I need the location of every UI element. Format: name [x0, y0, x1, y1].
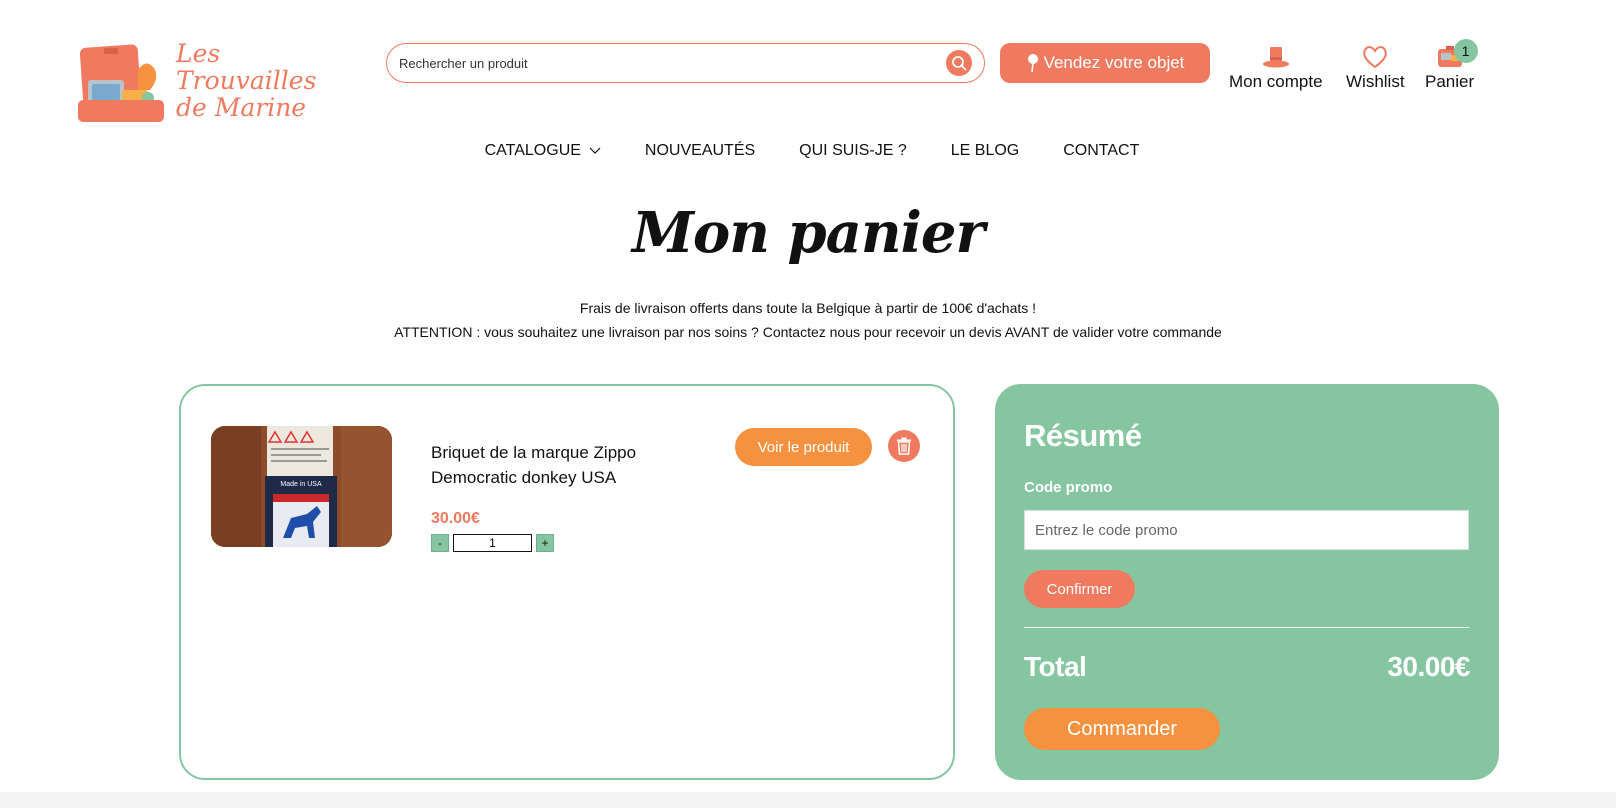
suitcase-logo-icon: [78, 40, 168, 126]
search-input[interactable]: [399, 55, 946, 71]
cart-items-panel: Made in USA Briquet de la marque Zippo D…: [179, 384, 955, 780]
nav-item-label: NOUVEAUTÉS: [644, 142, 756, 159]
quantity-decrease-button[interactable]: -: [431, 534, 449, 552]
promo-code-label: Code promo: [1024, 479, 1113, 496]
summary-divider: [1024, 627, 1469, 628]
nav-item-label: QUI SUIS-JE ?: [799, 142, 907, 159]
trash-icon: [897, 437, 911, 455]
search-bar: [386, 43, 985, 83]
quantity-increase-button[interactable]: +: [536, 534, 554, 552]
logo-text-line2: de Marine: [176, 92, 307, 122]
logo-text-line1: Les Trouvailles: [176, 38, 317, 95]
product-price: 30.00€: [431, 510, 480, 527]
confirm-promo-button[interactable]: Confirmer: [1024, 570, 1135, 608]
page-bottom-edge: [0, 792, 1616, 808]
main-nav: CATALOGUE NOUVEAUTÉS QUI SUIS-JE ? LE BL…: [0, 142, 1616, 160]
nav-item-le-blog[interactable]: LE BLOG: [937, 142, 1019, 160]
wishlist-link[interactable]: Wishlist: [1346, 44, 1405, 92]
account-label: Mon compte: [1229, 72, 1323, 91]
nav-item-qui-suis-je[interactable]: QUI SUIS-JE ?: [785, 142, 907, 160]
delivery-warning-notice: ATTENTION : vous souhaitez une livraison…: [394, 324, 1222, 340]
nav-item-label: LE BLOG: [950, 142, 1020, 159]
heart-icon: [1362, 44, 1388, 70]
remove-item-button[interactable]: [888, 430, 920, 462]
cart-count-badge: 1: [1453, 39, 1478, 63]
product-name[interactable]: Briquet de la marque Zippo Democratic do…: [431, 440, 691, 490]
search-icon: [952, 56, 967, 71]
order-button[interactable]: Commander: [1024, 708, 1220, 750]
account-link[interactable]: Mon compte: [1229, 44, 1323, 92]
site-logo[interactable]: Les Trouvailles de Marine: [78, 40, 338, 126]
wishlist-label: Wishlist: [1346, 72, 1405, 91]
product-image[interactable]: Made in USA: [211, 426, 392, 547]
order-summary-panel: Résumé Code promo Confirmer Total 30.00€…: [995, 384, 1499, 780]
sell-object-label: Vendez votre objet: [1043, 53, 1185, 72]
chevron-down-icon: [589, 147, 601, 154]
nav-item-contact[interactable]: CONTACT: [1049, 142, 1139, 160]
sell-object-button[interactable]: Vendez votre objet: [1000, 43, 1210, 83]
image-made-in-usa-text: Made in USA: [280, 481, 322, 488]
logo-text: Les Trouvailles de Marine: [176, 40, 338, 121]
quantity-stepper: - +: [431, 534, 554, 552]
cart-link[interactable]: 1 Panier: [1425, 39, 1478, 92]
search-button[interactable]: [946, 50, 972, 76]
nav-item-catalogue[interactable]: CATALOGUE: [477, 142, 601, 160]
page-title: Mon panier: [631, 200, 985, 266]
nav-item-nouveautes[interactable]: NOUVEAUTÉS: [631, 142, 755, 160]
cart-label: Panier: [1425, 72, 1475, 91]
quantity-input[interactable]: [453, 534, 532, 552]
view-product-button[interactable]: Voir le produit: [735, 428, 872, 466]
promo-code-input[interactable]: [1024, 510, 1469, 550]
total-value: 30.00€: [1387, 651, 1470, 682]
hat-icon: [1262, 44, 1290, 70]
free-shipping-notice: Frais de livraison offerts dans toute la…: [579, 300, 1037, 316]
nav-item-label: CATALOGUE: [484, 142, 581, 159]
summary-title: Résumé: [1024, 418, 1142, 453]
suitcase-cart-icon: 1: [1436, 39, 1478, 70]
nav-item-label: CONTACT: [1063, 142, 1140, 159]
total-label: Total: [1024, 651, 1087, 682]
pin-icon: [1027, 54, 1038, 73]
